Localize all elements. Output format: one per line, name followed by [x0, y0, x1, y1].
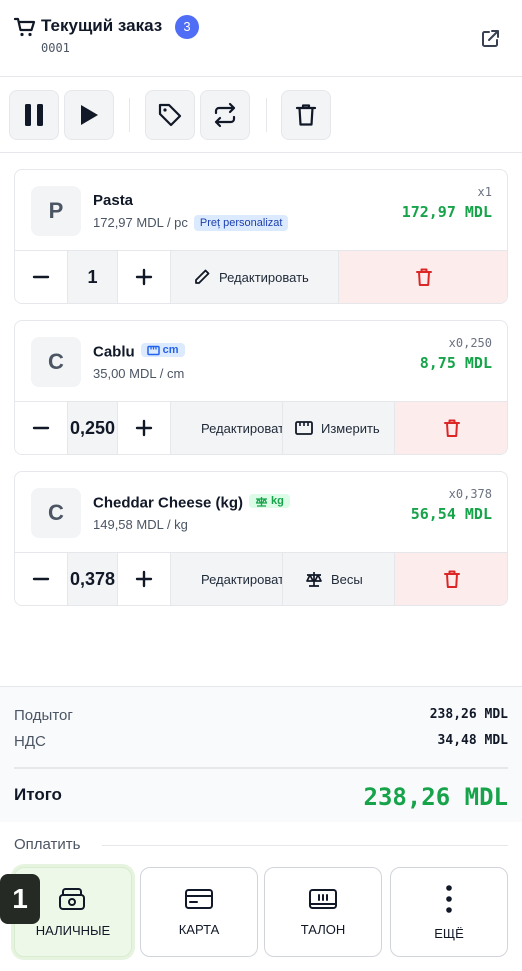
measure-button[interactable]: Измерить	[283, 402, 395, 454]
unit-badge: kg	[249, 494, 290, 508]
minus-icon	[32, 577, 50, 581]
scale-icon	[255, 496, 268, 507]
custom-price-tag: Preț personalizat	[193, 215, 289, 231]
qty-input[interactable]: 0,378	[68, 553, 118, 605]
pay-cash-label: НАЛИЧНЫЕ	[35, 922, 111, 938]
clear-order-button[interactable]	[281, 90, 331, 140]
pay-card-button[interactable]: КАРТА	[140, 867, 258, 957]
order-item: P Pasta 172,97 MDL / pc Preț personalizat…	[14, 169, 508, 304]
vat-label: НДС	[14, 733, 46, 750]
delete-item-button[interactable]	[395, 402, 507, 454]
play-icon	[81, 105, 98, 125]
item-unit-price: 172,97 MDL / pc	[93, 215, 188, 230]
toolbar	[0, 77, 522, 153]
minus-icon	[32, 426, 50, 430]
edit-item-button[interactable]: Редактировать	[171, 553, 283, 605]
item-avatar: P	[31, 186, 81, 236]
qty-decrease-button[interactable]	[15, 251, 68, 303]
item-qty-label: x0,378	[448, 487, 492, 501]
qty-decrease-button[interactable]	[15, 402, 68, 454]
item-name: Cablu	[93, 343, 135, 361]
qty-input[interactable]: 1	[68, 251, 118, 303]
trash-icon	[444, 419, 460, 437]
trash-icon	[416, 268, 432, 286]
exchange-button[interactable]	[200, 90, 250, 140]
order-summary: Подытог 238,26 MDL НДС 34,48 MDL Итого 2…	[0, 686, 522, 822]
qty-input[interactable]: 0,250	[68, 402, 118, 454]
page-title: Текущий заказ	[41, 16, 163, 35]
order-item: C Cablu cm 35,00 MDL / cm x0,250 8,75 MDL…	[14, 320, 508, 455]
delete-item-button[interactable]	[339, 251, 507, 303]
ruler-icon	[146, 345, 160, 355]
edit-item-button[interactable]: Редактировать	[171, 251, 339, 303]
plus-icon	[135, 268, 153, 286]
order-number: 0001	[41, 41, 70, 55]
hotkey-badge: 1	[0, 874, 40, 924]
scale-icon	[306, 572, 322, 587]
qty-decrease-button[interactable]	[15, 553, 68, 605]
measure-label: Измерить	[321, 420, 380, 436]
card-icon	[185, 888, 213, 909]
item-line-total: 56,54 MDL	[410, 505, 492, 523]
play-button[interactable]	[64, 90, 114, 140]
item-avatar: C	[31, 337, 81, 387]
item-qty-label: x0,250	[448, 336, 492, 350]
edit-label: Редактировать	[201, 571, 283, 587]
edit-item-button[interactable]: Редактировать	[171, 402, 283, 454]
pay-more-label: ЕЩЁ	[434, 925, 464, 941]
pay-section-label: Оплатить	[14, 836, 81, 853]
pay-divider	[102, 845, 508, 846]
pay-voucher-label: ТАЛОН	[300, 921, 346, 937]
pay-card-label: КАРТА	[178, 921, 220, 937]
ticket-icon	[309, 888, 337, 909]
toolbar-divider	[266, 98, 267, 132]
plus-icon	[135, 419, 153, 437]
item-unit-price: 149,58 MDL / kg	[93, 517, 188, 532]
pay-voucher-button[interactable]: ТАЛОН	[264, 867, 382, 957]
plus-icon	[135, 570, 153, 588]
edit-label: Редактировать	[219, 269, 309, 285]
more-icon	[446, 884, 452, 913]
ruler-icon	[295, 421, 313, 435]
unit-badge: cm	[140, 343, 185, 357]
trash-icon	[444, 570, 460, 588]
minus-icon	[32, 275, 50, 279]
swap-icon	[214, 102, 236, 128]
pay-more-button[interactable]: ЕЩЁ	[390, 867, 508, 957]
total-value: 238,26 MDL	[363, 783, 509, 811]
pencil-icon	[195, 269, 210, 284]
external-link-icon[interactable]	[478, 27, 502, 51]
item-name: Pasta	[93, 192, 134, 209]
item-unit-price: 35,00 MDL / cm	[93, 366, 185, 381]
item-qty-label: x1	[477, 185, 492, 199]
delete-item-button[interactable]	[395, 553, 507, 605]
item-line-total: 8,75 MDL	[419, 354, 492, 372]
edit-label: Редактировать	[201, 420, 283, 436]
item-name: Cheddar Cheese (kg)	[93, 494, 244, 512]
subtotal-value: 238,26 MDL	[429, 707, 508, 722]
total-label: Итого	[14, 785, 62, 804]
qty-increase-button[interactable]	[118, 553, 171, 605]
order-item: C Cheddar Cheese (kg) kg 149,58 MDL / kg …	[14, 471, 508, 606]
discount-button[interactable]	[145, 90, 195, 140]
subtotal-label: Подытог	[14, 707, 73, 724]
item-count-badge: 3	[175, 15, 199, 39]
summary-divider	[14, 767, 508, 769]
pause-button[interactable]	[9, 90, 59, 140]
item-avatar: C	[31, 488, 81, 538]
cash-icon	[59, 887, 85, 910]
scale-label: Весы	[331, 571, 363, 587]
trash-icon	[295, 104, 317, 126]
tag-icon	[158, 103, 182, 127]
vat-value: 34,48 MDL	[437, 733, 508, 748]
scale-button[interactable]: Весы	[283, 553, 395, 605]
item-line-total: 172,97 MDL	[401, 203, 492, 221]
qty-increase-button[interactable]	[118, 251, 171, 303]
pause-icon	[25, 104, 43, 126]
qty-increase-button[interactable]	[118, 402, 171, 454]
cart-icon	[14, 17, 36, 37]
order-header: Текущий заказ 3 0001	[0, 0, 522, 77]
toolbar-divider	[129, 98, 130, 132]
